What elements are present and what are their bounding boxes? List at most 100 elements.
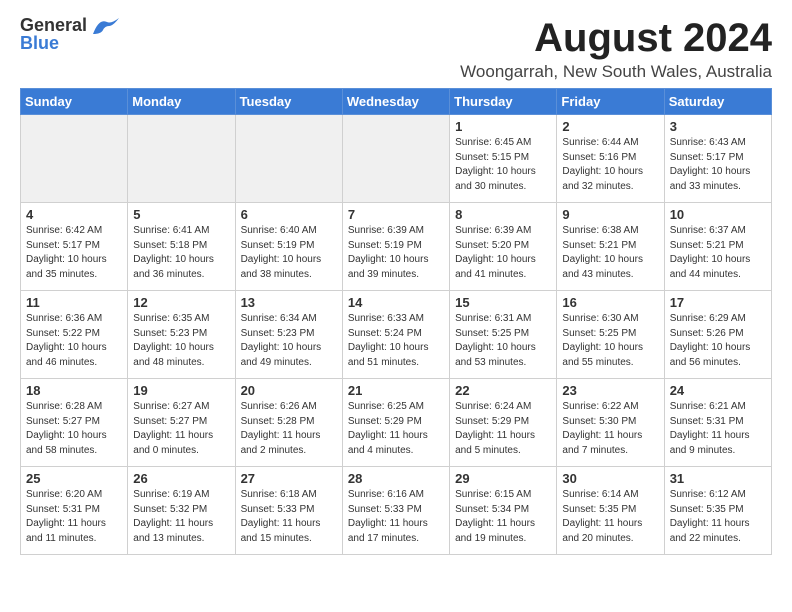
- day-info: Sunrise: 6:12 AM Sunset: 5:35 PM Dayligh…: [670, 488, 766, 546]
- day-info: Sunrise: 6:38 AM Sunset: 5:21 PM Dayligh…: [562, 224, 658, 282]
- day-info: Sunrise: 6:35 AM Sunset: 5:23 PM Dayligh…: [133, 312, 229, 370]
- day-number: 30: [562, 471, 658, 486]
- weekday-header: Wednesday: [342, 89, 449, 115]
- day-number: 5: [133, 207, 229, 222]
- calendar-cell: 18 Sunrise: 6:28 AM Sunset: 5:27 PM Dayli…: [21, 379, 128, 467]
- day-info: Sunrise: 6:33 AM Sunset: 5:24 PM Dayligh…: [348, 312, 444, 370]
- day-number: 16: [562, 295, 658, 310]
- day-info: Sunrise: 6:43 AM Sunset: 5:17 PM Dayligh…: [670, 136, 766, 194]
- calendar-table: SundayMondayTuesdayWednesdayThursdayFrid…: [20, 88, 772, 555]
- calendar-cell: 15Sunrise: 6:31 AM Sunset: 5:25 PM Dayli…: [450, 291, 557, 379]
- day-number: 9: [562, 207, 658, 222]
- calendar-cell: 12Sunrise: 6:35 AM Sunset: 5:23 PM Dayli…: [128, 291, 235, 379]
- day-info: Sunrise: 6:15 AM Sunset: 5:34 PM Dayligh…: [455, 488, 551, 546]
- day-info: Sunrise: 6:45 AM Sunset: 5:15 PM Dayligh…: [455, 136, 551, 194]
- weekday-header: Sunday: [21, 89, 128, 115]
- calendar-cell: 27Sunrise: 6:18 AM Sunset: 5:33 PM Dayli…: [235, 467, 342, 555]
- day-number: 17: [670, 295, 766, 310]
- weekday-header: Saturday: [664, 89, 771, 115]
- calendar-cell: 7 Sunrise: 6:39 AM Sunset: 5:19 PM Daylig…: [342, 203, 449, 291]
- day-number: 3: [670, 119, 766, 134]
- logo: General Blue: [20, 16, 119, 52]
- calendar-cell: 23 Sunrise: 6:22 AM Sunset: 5:30 PM Dayli…: [557, 379, 664, 467]
- calendar-cell: 8 Sunrise: 6:39 AM Sunset: 5:20 PM Daylig…: [450, 203, 557, 291]
- day-info: Sunrise: 6:40 AM Sunset: 5:19 PM Dayligh…: [241, 224, 337, 282]
- calendar-cell: 11Sunrise: 6:36 AM Sunset: 5:22 PM Dayli…: [21, 291, 128, 379]
- day-info: Sunrise: 6:22 AM Sunset: 5:30 PM Dayligh…: [562, 400, 658, 458]
- day-info: Sunrise: 6:26 AM Sunset: 5:28 PM Dayligh…: [241, 400, 337, 458]
- day-number: 1: [455, 119, 551, 134]
- title-block: August 2024 Woongarrah, New South Wales,…: [460, 16, 772, 82]
- day-number: 22: [455, 383, 551, 398]
- logo-blue: Blue: [20, 34, 87, 52]
- day-info: Sunrise: 6:30 AM Sunset: 5:25 PM Dayligh…: [562, 312, 658, 370]
- header: General Blue August 2024 Woongarrah, New…: [20, 16, 772, 82]
- calendar-cell: 9 Sunrise: 6:38 AM Sunset: 5:21 PM Daylig…: [557, 203, 664, 291]
- calendar-cell: [128, 115, 235, 203]
- calendar-body: 1 Sunrise: 6:45 AM Sunset: 5:15 PM Daylig…: [21, 115, 772, 555]
- day-number: 15: [455, 295, 551, 310]
- calendar-cell: 24 Sunrise: 6:21 AM Sunset: 5:31 PM Dayli…: [664, 379, 771, 467]
- calendar-week-row: 18 Sunrise: 6:28 AM Sunset: 5:27 PM Dayli…: [21, 379, 772, 467]
- day-number: 24: [670, 383, 766, 398]
- calendar-week-row: 11Sunrise: 6:36 AM Sunset: 5:22 PM Dayli…: [21, 291, 772, 379]
- day-number: 19: [133, 383, 229, 398]
- calendar-cell: [235, 115, 342, 203]
- calendar-cell: 3 Sunrise: 6:43 AM Sunset: 5:17 PM Daylig…: [664, 115, 771, 203]
- day-number: 29: [455, 471, 551, 486]
- calendar-cell: 17Sunrise: 6:29 AM Sunset: 5:26 PM Dayli…: [664, 291, 771, 379]
- day-info: Sunrise: 6:24 AM Sunset: 5:29 PM Dayligh…: [455, 400, 551, 458]
- day-info: Sunrise: 6:39 AM Sunset: 5:20 PM Dayligh…: [455, 224, 551, 282]
- day-number: 14: [348, 295, 444, 310]
- location-title: Woongarrah, New South Wales, Australia: [460, 62, 772, 82]
- calendar-cell: 22 Sunrise: 6:24 AM Sunset: 5:29 PM Dayli…: [450, 379, 557, 467]
- logo-bird-icon: [91, 16, 119, 44]
- calendar-week-row: 4Sunrise: 6:42 AM Sunset: 5:17 PM Daylig…: [21, 203, 772, 291]
- calendar-cell: 26Sunrise: 6:19 AM Sunset: 5:32 PM Dayli…: [128, 467, 235, 555]
- weekday-header: Friday: [557, 89, 664, 115]
- day-info: Sunrise: 6:14 AM Sunset: 5:35 PM Dayligh…: [562, 488, 658, 546]
- calendar-cell: 5 Sunrise: 6:41 AM Sunset: 5:18 PM Daylig…: [128, 203, 235, 291]
- calendar-cell: 31 Sunrise: 6:12 AM Sunset: 5:35 PM Dayli…: [664, 467, 771, 555]
- calendar-cell: 25Sunrise: 6:20 AM Sunset: 5:31 PM Dayli…: [21, 467, 128, 555]
- day-info: Sunrise: 6:34 AM Sunset: 5:23 PM Dayligh…: [241, 312, 337, 370]
- day-info: Sunrise: 6:42 AM Sunset: 5:17 PM Dayligh…: [26, 224, 122, 282]
- day-number: 26: [133, 471, 229, 486]
- day-info: Sunrise: 6:28 AM Sunset: 5:27 PM Dayligh…: [26, 400, 122, 458]
- calendar-cell: 30 Sunrise: 6:14 AM Sunset: 5:35 PM Dayli…: [557, 467, 664, 555]
- day-number: 23: [562, 383, 658, 398]
- calendar-week-row: 1 Sunrise: 6:45 AM Sunset: 5:15 PM Daylig…: [21, 115, 772, 203]
- day-number: 7: [348, 207, 444, 222]
- day-info: Sunrise: 6:39 AM Sunset: 5:19 PM Dayligh…: [348, 224, 444, 282]
- calendar-cell: 4Sunrise: 6:42 AM Sunset: 5:17 PM Daylig…: [21, 203, 128, 291]
- day-number: 21: [348, 383, 444, 398]
- calendar-cell: 19Sunrise: 6:27 AM Sunset: 5:27 PM Dayli…: [128, 379, 235, 467]
- day-number: 2: [562, 119, 658, 134]
- day-number: 8: [455, 207, 551, 222]
- day-info: Sunrise: 6:25 AM Sunset: 5:29 PM Dayligh…: [348, 400, 444, 458]
- day-number: 20: [241, 383, 337, 398]
- calendar-cell: [342, 115, 449, 203]
- calendar-cell: 21 Sunrise: 6:25 AM Sunset: 5:29 PM Dayli…: [342, 379, 449, 467]
- day-info: Sunrise: 6:21 AM Sunset: 5:31 PM Dayligh…: [670, 400, 766, 458]
- calendar-cell: 10Sunrise: 6:37 AM Sunset: 5:21 PM Dayli…: [664, 203, 771, 291]
- calendar-cell: 20 Sunrise: 6:26 AM Sunset: 5:28 PM Dayli…: [235, 379, 342, 467]
- day-info: Sunrise: 6:18 AM Sunset: 5:33 PM Dayligh…: [241, 488, 337, 546]
- day-number: 6: [241, 207, 337, 222]
- weekday-header: Tuesday: [235, 89, 342, 115]
- calendar-cell: 14 Sunrise: 6:33 AM Sunset: 5:24 PM Dayli…: [342, 291, 449, 379]
- day-info: Sunrise: 6:20 AM Sunset: 5:31 PM Dayligh…: [26, 488, 122, 546]
- day-number: 18: [26, 383, 122, 398]
- day-number: 31: [670, 471, 766, 486]
- day-number: 13: [241, 295, 337, 310]
- calendar-cell: 6 Sunrise: 6:40 AM Sunset: 5:19 PM Daylig…: [235, 203, 342, 291]
- day-number: 11: [26, 295, 122, 310]
- day-info: Sunrise: 6:37 AM Sunset: 5:21 PM Dayligh…: [670, 224, 766, 282]
- calendar-cell: 1 Sunrise: 6:45 AM Sunset: 5:15 PM Daylig…: [450, 115, 557, 203]
- weekday-header: Monday: [128, 89, 235, 115]
- day-number: 28: [348, 471, 444, 486]
- calendar-cell: 29 Sunrise: 6:15 AM Sunset: 5:34 PM Dayli…: [450, 467, 557, 555]
- day-info: Sunrise: 6:16 AM Sunset: 5:33 PM Dayligh…: [348, 488, 444, 546]
- calendar-cell: 13 Sunrise: 6:34 AM Sunset: 5:23 PM Dayli…: [235, 291, 342, 379]
- day-info: Sunrise: 6:41 AM Sunset: 5:18 PM Dayligh…: [133, 224, 229, 282]
